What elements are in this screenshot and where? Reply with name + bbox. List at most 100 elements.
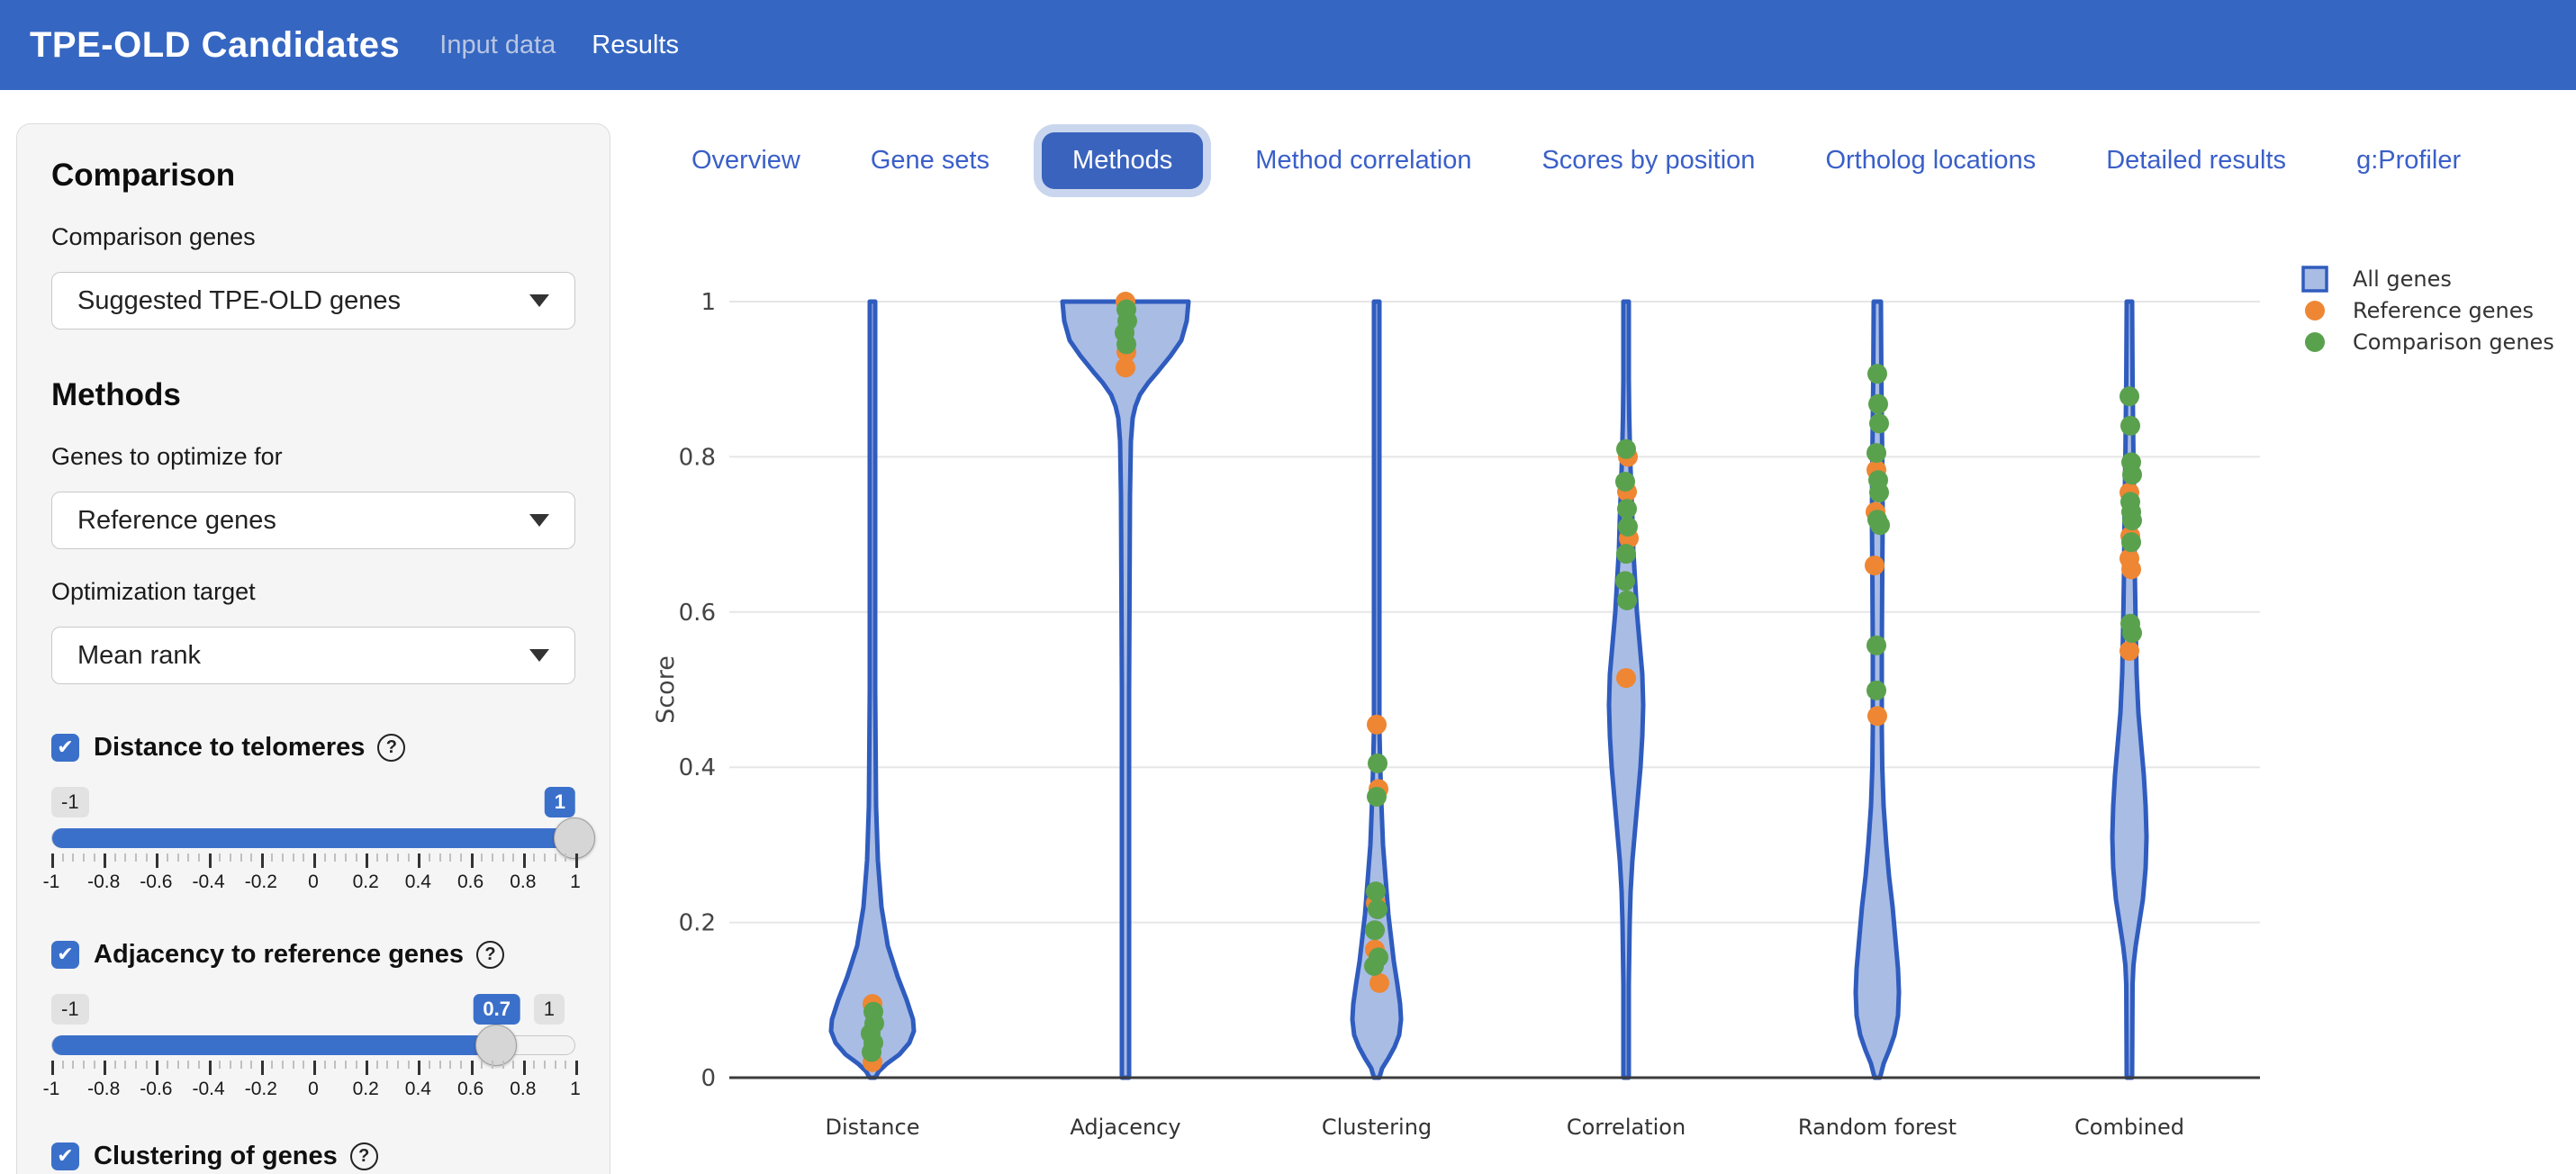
reference-gene-point <box>1367 715 1387 735</box>
y-tick-label: 0.2 <box>679 910 716 937</box>
comparison-heading: Comparison <box>51 157 575 194</box>
y-tick-label: 0 <box>700 1065 716 1092</box>
y-tick-label: 0.6 <box>679 600 716 627</box>
comparison-genes-label: Comparison genes <box>51 221 575 252</box>
comparison-gene-point <box>2122 465 2142 484</box>
target-value: Mean rank <box>77 641 201 671</box>
reference-gene-point <box>1616 668 1636 688</box>
methods-heading: Methods <box>51 376 575 414</box>
x-tick-label: Distance <box>826 1115 920 1140</box>
y-axis-title: Score <box>652 655 680 724</box>
comparison-gene-point <box>1870 515 1890 535</box>
slider-ticks <box>51 853 575 870</box>
y-tick-label: 1 <box>700 289 716 316</box>
x-tick-label: Combined <box>2074 1115 2184 1140</box>
legend-label[interactable]: All genes <box>2353 266 2452 292</box>
comparison-gene-point <box>2121 532 2141 552</box>
help-icon[interactable]: ? <box>476 941 504 969</box>
slider-track[interactable] <box>51 828 575 848</box>
comparison-gene-point <box>1869 483 1889 502</box>
legend-swatch[interactable] <box>2305 301 2325 321</box>
slider-track[interactable] <box>51 1035 575 1055</box>
comparison-gene-point <box>1866 443 1886 463</box>
reference-gene-point <box>1867 706 1887 726</box>
x-tick-label: Correlation <box>1567 1115 1686 1140</box>
adjacency-checkbox-label: Adjacency to reference genes <box>94 940 464 970</box>
comparison-gene-point <box>1366 881 1386 901</box>
legend-label[interactable]: Comparison genes <box>2353 330 2554 355</box>
comparison-gene-point <box>2122 623 2142 643</box>
app-root: TPE-OLD Candidates Input data Results Co… <box>0 0 2576 1174</box>
comparison-gene-point <box>2122 510 2142 530</box>
help-icon[interactable]: ? <box>377 734 405 762</box>
tab-ortholog-locations[interactable]: Ortholog locations <box>1807 132 2054 189</box>
nav-item-results[interactable]: Results <box>592 31 679 60</box>
help-icon[interactable]: ? <box>350 1142 378 1170</box>
slider-tick-labels: -1-0.8-0.6-0.4-0.200.20.40.60.81 <box>51 1079 575 1104</box>
optimize-select[interactable]: Reference genes <box>51 492 575 549</box>
target-label: Optimization target <box>51 576 575 607</box>
comparison-gene-point <box>1618 517 1638 537</box>
tab-method-correlation[interactable]: Method correlation <box>1237 132 1489 189</box>
legend-swatch-all-genes[interactable] <box>2303 267 2327 291</box>
comparison-gene-point <box>1116 334 1136 354</box>
slider-ticks <box>51 1061 575 1077</box>
adjacency-weight-slider: -1 0.7 1 -1-0.8-0.6-0.4-0.200.20.40.60.8… <box>51 994 575 1104</box>
slider-tick-labels: -1-0.8-0.6-0.4-0.200.20.40.60.81 <box>51 871 575 897</box>
comparison-gene-point <box>1617 499 1637 519</box>
comparison-gene-point <box>1616 544 1636 564</box>
results-tabbar: Overview Gene sets Methods Method correlati… <box>673 126 2479 194</box>
clustering-checkbox-label: Clustering of genes <box>94 1142 338 1171</box>
tab-gene-sets[interactable]: Gene sets <box>853 132 1008 189</box>
comparison-gene-point <box>1615 571 1635 591</box>
reference-gene-point <box>1369 973 1389 993</box>
x-tick-label: Random forest <box>1798 1115 1957 1140</box>
app-title: TPE-OLD Candidates <box>30 25 400 66</box>
comparison-gene-point <box>1368 754 1387 773</box>
comparison-gene-point <box>1869 413 1889 433</box>
comparison-gene-point <box>1615 472 1635 492</box>
nav-item-input-data[interactable]: Input data <box>439 31 556 60</box>
tab-detailed-results[interactable]: Detailed results <box>2088 132 2304 189</box>
slider-min-badge: -1 <box>51 787 89 817</box>
clustering-checkbox[interactable]: ✔ <box>51 1142 79 1170</box>
comparison-gene-point <box>2120 386 2139 406</box>
y-tick-label: 0.8 <box>679 444 716 471</box>
adjacency-checkbox-row: ✔ Adjacency to reference genes ? <box>51 938 575 971</box>
comparison-gene-point <box>1866 636 1886 655</box>
sidebar: Comparison Comparison genes Suggested TP… <box>16 123 610 1174</box>
violin-adjacency <box>1062 302 1189 1078</box>
tab-scores-by-position[interactable]: Scores by position <box>1523 132 1773 189</box>
slider-value-badge: 0.7 <box>473 994 520 1025</box>
comparison-gene-point <box>2120 416 2140 436</box>
clustering-checkbox-row: ✔ Clustering of genes ? <box>51 1140 575 1172</box>
reference-gene-point <box>1865 555 1885 575</box>
comparison-genes-select[interactable]: Suggested TPE-OLD genes <box>51 272 575 330</box>
optimize-value: Reference genes <box>77 506 276 536</box>
optimize-label: Genes to optimize for <box>51 441 575 472</box>
violin-correlation <box>1609 302 1643 1078</box>
chevron-down-icon <box>529 514 549 527</box>
legend-label[interactable]: Reference genes <box>2353 298 2534 323</box>
comparison-gene-point <box>1367 787 1387 807</box>
violin-distance <box>831 302 914 1078</box>
target-select[interactable]: Mean rank <box>51 627 575 684</box>
distance-checkbox[interactable]: ✔ <box>51 734 79 762</box>
adjacency-checkbox[interactable]: ✔ <box>51 941 79 969</box>
comparison-gene-point <box>1364 956 1384 976</box>
distance-weight-slider: -1 1 -1-0.8-0.6-0.4-0.200.20.40.60.81 <box>51 787 575 897</box>
chart-svg: 0 0.2 0.4 0.6 0.8 1 Score Distance Adjacency Clus… <box>621 252 2576 1174</box>
chevron-down-icon <box>529 294 549 307</box>
tab-overview[interactable]: Overview <box>673 132 818 189</box>
comparison-gene-point <box>1368 899 1387 919</box>
tab-g-profiler[interactable]: g:Profiler <box>2338 132 2479 189</box>
legend-swatch[interactable] <box>2305 332 2325 352</box>
x-tick-label: Clustering <box>1322 1115 1432 1140</box>
comparison-gene-point <box>862 1043 881 1062</box>
y-tick-label: 0.4 <box>679 754 716 781</box>
tab-methods[interactable]: Methods <box>1042 132 1203 189</box>
x-tick-label: Adjacency <box>1070 1115 1180 1140</box>
slider-max-badge: 1 <box>534 994 565 1025</box>
slider-value-badge: 1 <box>545 787 575 817</box>
distance-checkbox-row: ✔ Distance to telomeres ? <box>51 731 575 763</box>
